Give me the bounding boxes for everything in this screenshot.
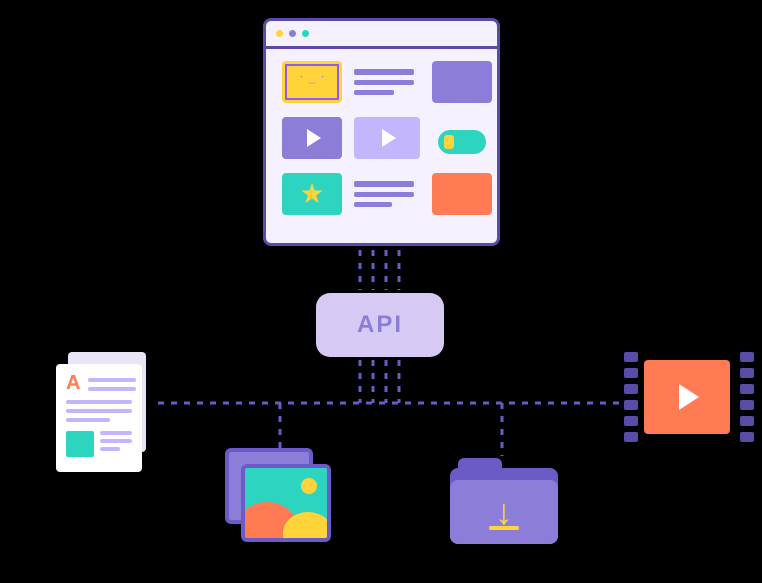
window-titlebar <box>266 21 497 49</box>
film-perforation-icon <box>740 350 754 444</box>
api-label: API <box>357 311 403 339</box>
mountain-icon <box>283 512 331 542</box>
text-lines-icon <box>354 61 420 103</box>
block-icon <box>432 61 492 103</box>
content-grid: ★ <box>266 49 497 227</box>
toggle-icon <box>438 130 486 154</box>
envelope-icon <box>282 61 342 103</box>
play-icon <box>679 384 699 410</box>
traffic-light-icon <box>276 30 283 37</box>
video-node <box>624 350 754 444</box>
sun-icon <box>301 478 317 494</box>
document-letter: A <box>66 372 80 395</box>
video-icon <box>354 117 420 159</box>
folder-node: ↓ <box>450 458 558 544</box>
images-node <box>225 448 335 548</box>
video-frame <box>644 360 730 434</box>
traffic-light-icon <box>302 30 309 37</box>
inline-image-icon <box>66 431 94 457</box>
video-icon <box>282 117 342 159</box>
film-perforation-icon <box>624 350 638 444</box>
app-window: ★ <box>263 18 500 246</box>
text-lines-icon <box>354 173 420 215</box>
api-hub: API <box>316 293 444 357</box>
star-icon: ★ <box>282 173 342 215</box>
traffic-light-icon <box>289 30 296 37</box>
document-node: A <box>56 352 156 472</box>
document-front-page: A <box>56 364 142 472</box>
download-icon: ↓ <box>489 494 519 530</box>
image-stack-front <box>241 464 331 542</box>
block-icon <box>432 173 492 215</box>
